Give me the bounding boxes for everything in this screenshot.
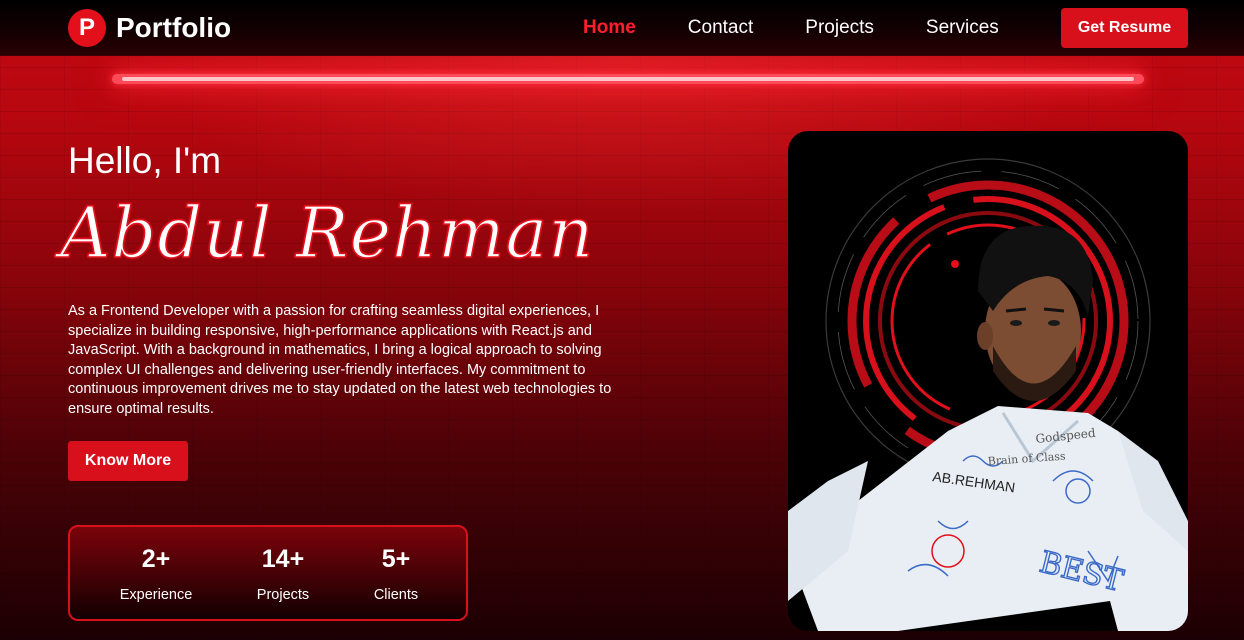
brand-logo-icon: P [68, 9, 106, 47]
neon-light-bar [112, 74, 1144, 84]
stat-value: 14+ [261, 545, 305, 573]
know-more-button[interactable]: Know More [68, 441, 188, 481]
hero-name: Abdul Rehman [59, 191, 595, 275]
person-figure: AB.REHMAN Godspeed Brain of Class BEST [788, 225, 1188, 631]
profile-illustration: AB.REHMAN Godspeed Brain of Class BEST [788, 158, 1188, 631]
nav-link-projects[interactable]: Projects [805, 16, 874, 40]
nav-link-contact[interactable]: Contact [688, 16, 753, 40]
nav-link-home[interactable]: Home [583, 16, 636, 40]
hero-greeting: Hello, I'm [68, 140, 222, 181]
nav-link-services[interactable]: Services [926, 16, 999, 40]
navbar: P Portfolio Home Contact Projects Servic… [0, 0, 1244, 56]
stat-experience: 2+ Experience [106, 543, 206, 603]
stat-label: Projects [256, 587, 310, 603]
stat-label: Clients [373, 587, 419, 603]
stat-value: 2+ [141, 545, 171, 573]
stat-projects: 14+ Projects [233, 543, 333, 603]
stat-value: 5+ [381, 545, 411, 573]
brand-name: Portfolio [116, 12, 232, 43]
get-resume-button[interactable]: Get Resume [1061, 8, 1188, 48]
profile-photo: AB.REHMAN Godspeed Brain of Class BEST [788, 131, 1188, 631]
stat-clients: 5+ Clients [346, 543, 446, 603]
stat-label: Experience [119, 587, 193, 603]
brand[interactable]: P Portfolio [68, 9, 231, 47]
nav-links: Home Contact Projects Services [583, 16, 1051, 40]
hero-bio: As a Frontend Developer with a passion f… [68, 303, 612, 417]
stats-card: 2+ Experience 14+ Projects 5+ Clients [68, 525, 468, 621]
